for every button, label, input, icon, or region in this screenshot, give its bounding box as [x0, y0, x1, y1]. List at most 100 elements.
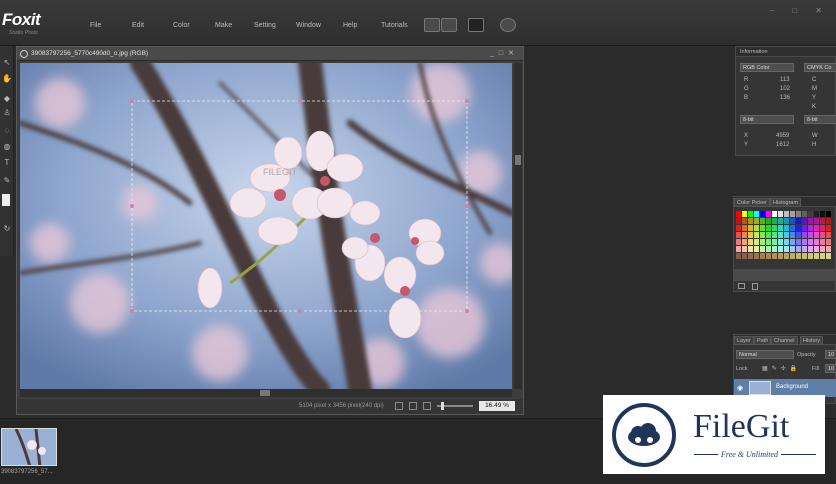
color-swatch[interactable]: [760, 246, 765, 252]
color-swatch[interactable]: [772, 225, 777, 231]
color-swatch[interactable]: [808, 246, 813, 252]
color-swatch[interactable]: [796, 225, 801, 231]
color-swatch[interactable]: [778, 246, 783, 252]
hand-icon[interactable]: ✋: [2, 74, 12, 84]
color-swatch[interactable]: [736, 211, 741, 217]
menu-help[interactable]: Help: [343, 22, 357, 29]
color-swatch[interactable]: [826, 218, 831, 224]
color-swatch[interactable]: [790, 239, 795, 245]
color-swatch[interactable]: [796, 246, 801, 252]
color-swatch[interactable]: [760, 253, 765, 259]
color-swatch[interactable]: [778, 253, 783, 259]
color-swatch[interactable]: [784, 246, 789, 252]
tab-layer[interactable]: Layer: [734, 336, 754, 345]
color-swatch[interactable]: [826, 239, 831, 245]
color-swatch[interactable]: [766, 225, 771, 231]
menu-file[interactable]: File: [90, 22, 101, 29]
color-swatch[interactable]: [736, 253, 741, 259]
color-swatch[interactable]: [748, 232, 753, 238]
color-swatch[interactable]: [772, 253, 777, 259]
color-swatch[interactable]: [754, 253, 759, 259]
color-swatch[interactable]: [808, 232, 813, 238]
color-swatch[interactable]: [778, 225, 783, 231]
color-swatch[interactable]: [778, 239, 783, 245]
color-swatch[interactable]: [784, 253, 789, 259]
color-swatch[interactable]: [802, 232, 807, 238]
lock-icons[interactable]: ▦✎✢🔒: [762, 365, 801, 372]
tab-history[interactable]: History: [800, 336, 824, 345]
color-swatch[interactable]: [748, 218, 753, 224]
color-swatch[interactable]: [820, 218, 825, 224]
camera-icon[interactable]: [500, 18, 516, 32]
document-controls[interactable]: _□✕: [490, 49, 519, 57]
visibility-eye-icon[interactable]: ◉: [737, 384, 743, 392]
color-swatch[interactable]: [748, 253, 753, 259]
color-swatch[interactable]: [820, 211, 825, 217]
color-swatch[interactable]: [826, 211, 831, 217]
eraser-icon[interactable]: ◆: [2, 94, 12, 104]
color-swatch[interactable]: [784, 211, 789, 217]
rotate-icon[interactable]: ↻: [2, 224, 12, 234]
menu-tutorials[interactable]: Tutorials: [381, 22, 408, 29]
menu-edit[interactable]: Edit: [132, 22, 144, 29]
zoom-input[interactable]: 16.49 %: [479, 401, 515, 411]
color-swatch[interactable]: [820, 253, 825, 259]
color-swatch[interactable]: [748, 225, 753, 231]
color-swatch[interactable]: [826, 253, 831, 259]
arrange-windows-icon[interactable]: [424, 18, 440, 32]
window-controls[interactable]: – □ ✕: [770, 6, 830, 15]
depth-select-left[interactable]: 8-bit: [740, 115, 794, 124]
rgb-mode-select[interactable]: RGB Color: [740, 63, 794, 72]
color-swatch[interactable]: [736, 239, 741, 245]
image-adjust-icon[interactable]: [468, 18, 484, 32]
color-swatch[interactable]: [790, 246, 795, 252]
tab-channel[interactable]: Channel: [771, 336, 798, 345]
close-button[interactable]: ✕: [508, 50, 519, 57]
vertical-scrollbar[interactable]: [514, 63, 522, 389]
color-swatch[interactable]: [760, 218, 765, 224]
color-swatch[interactable]: [772, 246, 777, 252]
color-swatch[interactable]: [772, 239, 777, 245]
actual-pixels-icon[interactable]: [409, 402, 417, 410]
menu-setting[interactable]: Setting: [254, 22, 276, 29]
move-icon[interactable]: ↖: [2, 58, 12, 68]
color-swatch[interactable]: [808, 211, 813, 217]
color-swatch[interactable]: [808, 225, 813, 231]
color-swatch[interactable]: [766, 239, 771, 245]
color-swatch[interactable]: [742, 218, 747, 224]
color-swatch[interactable]: [826, 225, 831, 231]
clone-stamp-icon[interactable]: ♙: [2, 108, 12, 118]
color-swatch[interactable]: [760, 232, 765, 238]
color-swatch[interactable]: [742, 232, 747, 238]
color-swatch[interactable]: [796, 218, 801, 224]
color-swatch[interactable]: [802, 218, 807, 224]
color-swatch[interactable]: [814, 225, 819, 231]
color-swatch[interactable]: [784, 232, 789, 238]
color-swatch[interactable]: [808, 218, 813, 224]
new-swatch-icon[interactable]: [738, 283, 745, 289]
menu-color[interactable]: Color: [173, 22, 190, 29]
fit-screen-icon[interactable]: [395, 402, 403, 410]
color-swatch[interactable]: [766, 218, 771, 224]
color-swatch[interactable]: [754, 211, 759, 217]
color-swatch[interactable]: [772, 211, 777, 217]
delete-swatch-icon[interactable]: [752, 283, 758, 290]
color-swatch[interactable]: [742, 211, 747, 217]
tab-color-picker[interactable]: Color Picker: [734, 198, 770, 207]
color-swatch[interactable]: [784, 239, 789, 245]
color-swatch[interactable]: [778, 211, 783, 217]
color-swatch[interactable]: [736, 225, 741, 231]
color-swatch[interactable]: [736, 232, 741, 238]
color-swatch[interactable]: [796, 253, 801, 259]
opacity-input[interactable]: 10: [825, 350, 836, 359]
color-swatch[interactable]: [814, 232, 819, 238]
color-swatch[interactable]: [802, 239, 807, 245]
text-icon[interactable]: T: [2, 158, 12, 168]
color-swatch[interactable]: [796, 232, 801, 238]
color-swatch[interactable]: [790, 225, 795, 231]
maximize-button[interactable]: □: [499, 50, 508, 57]
tab-histogram[interactable]: Histogram: [770, 198, 802, 207]
bucket-icon[interactable]: ◍: [2, 142, 12, 152]
menu-make[interactable]: Make: [215, 22, 232, 29]
color-swatch[interactable]: [820, 232, 825, 238]
